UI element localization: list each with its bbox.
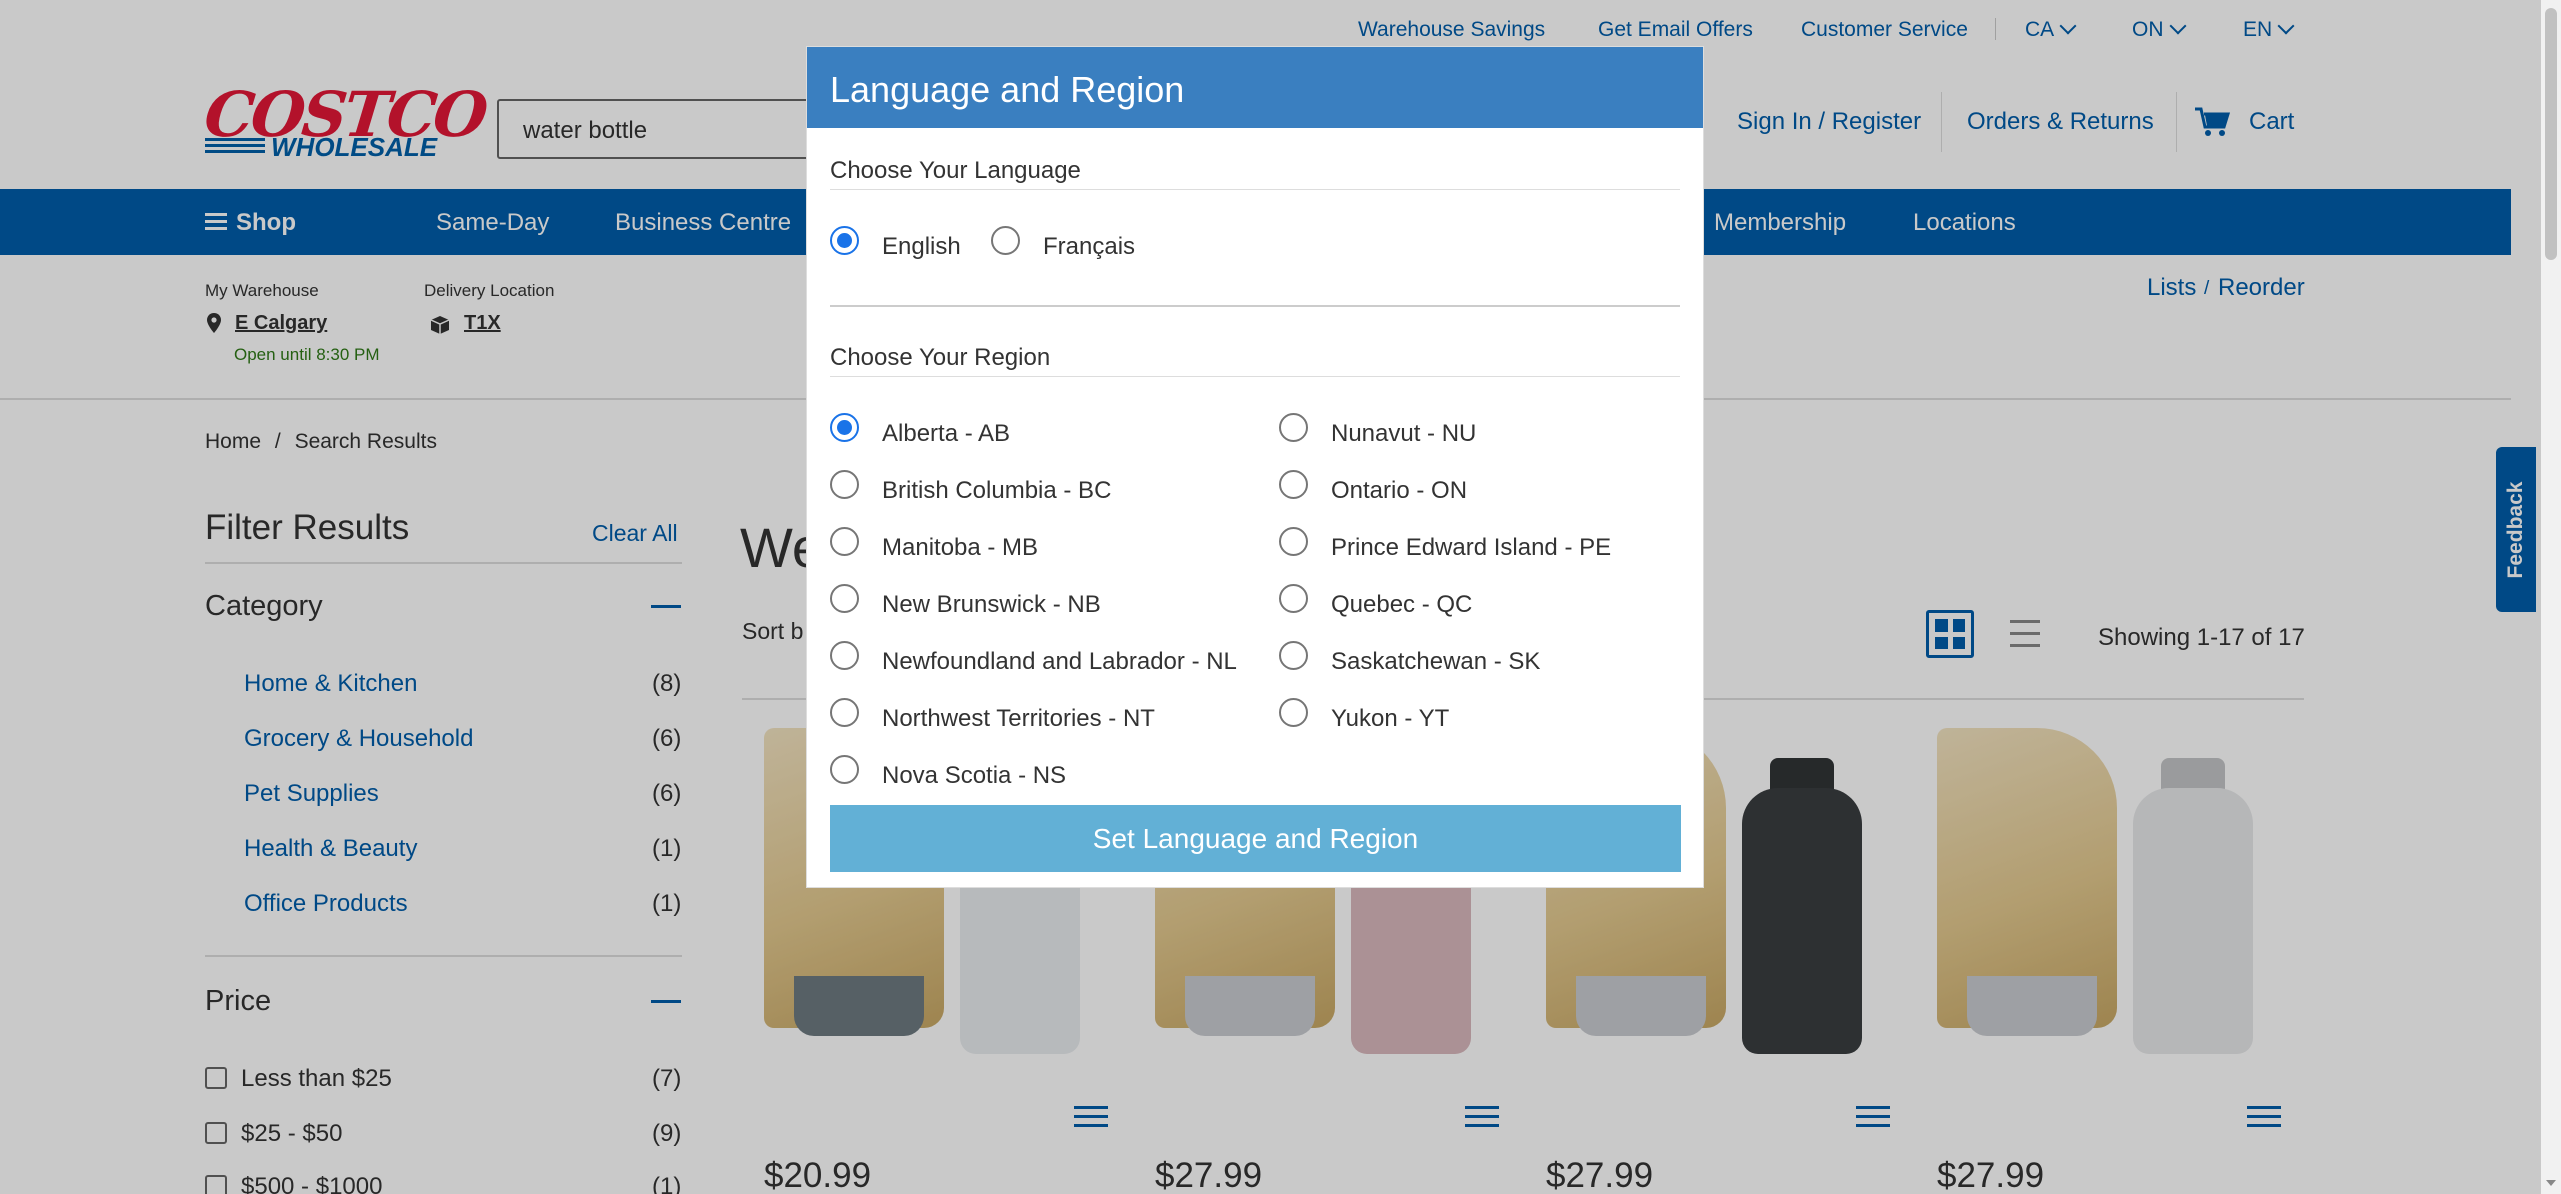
region-label[interactable]: Nunavut - NU	[1331, 420, 1476, 448]
region-label[interactable]: Nova Scotia - NS	[882, 762, 1066, 790]
radio-region[interactable]	[830, 413, 859, 442]
region-label[interactable]: Alberta - AB	[882, 420, 1010, 448]
region-label[interactable]: Newfoundland and Labrador - NL	[882, 648, 1237, 676]
region-label[interactable]: British Columbia - BC	[882, 477, 1111, 505]
scrollbar[interactable]	[2541, 0, 2561, 1194]
radio-region[interactable]	[1279, 413, 1308, 442]
radio-region[interactable]	[830, 527, 859, 556]
divider	[830, 189, 1680, 190]
set-language-region-button[interactable]: Set Language and Region	[830, 805, 1681, 872]
choose-region-label: Choose Your Region	[830, 344, 1051, 371]
radio-region[interactable]	[1279, 527, 1308, 556]
choose-language-label: Choose Your Language	[830, 157, 1081, 184]
region-label[interactable]: Northwest Territories - NT	[882, 705, 1155, 733]
divider	[830, 376, 1680, 377]
radio-region[interactable]	[1279, 641, 1308, 670]
radio-region[interactable]	[1279, 584, 1308, 613]
modal-header: Language and Region	[807, 47, 1703, 128]
radio-region[interactable]	[1279, 698, 1308, 727]
region-label[interactable]: Prince Edward Island - PE	[1331, 534, 1611, 562]
scroll-down-arrow-icon[interactable]	[2546, 1180, 2556, 1186]
region-label[interactable]: Manitoba - MB	[882, 534, 1038, 562]
modal-title: Language and Region	[830, 69, 1185, 110]
divider	[830, 305, 1680, 307]
language-francais-label[interactable]: Français	[1043, 233, 1135, 261]
region-label[interactable]: Quebec - QC	[1331, 591, 1472, 619]
scrollbar-thumb[interactable]	[2545, 8, 2557, 260]
radio-region[interactable]	[830, 755, 859, 784]
radio-region[interactable]	[1279, 470, 1308, 499]
radio-region[interactable]	[830, 584, 859, 613]
radio-region[interactable]	[830, 641, 859, 670]
region-label[interactable]: Yukon - YT	[1331, 705, 1449, 733]
language-region-modal: Language and Region Choose Your Language…	[806, 46, 1704, 888]
radio-english[interactable]	[830, 226, 859, 255]
region-label[interactable]: Saskatchewan - SK	[1331, 648, 1540, 676]
region-label[interactable]: Ontario - ON	[1331, 477, 1467, 505]
radio-region[interactable]	[830, 470, 859, 499]
radio-francais[interactable]	[991, 226, 1020, 255]
region-label[interactable]: New Brunswick - NB	[882, 591, 1101, 619]
language-english-label[interactable]: English	[882, 233, 961, 261]
radio-region[interactable]	[830, 698, 859, 727]
